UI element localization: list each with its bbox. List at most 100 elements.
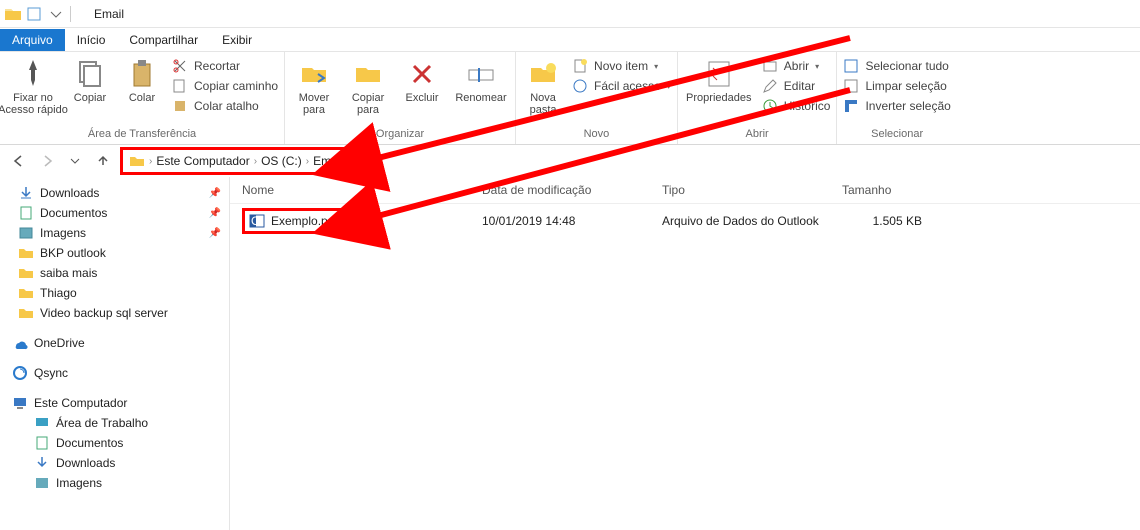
scissors-icon [172,58,188,74]
col-name[interactable]: Nome [242,183,482,197]
col-size[interactable]: Tamanho [842,183,962,197]
downloads-icon [18,185,34,201]
breadcrumb[interactable]: Email [313,154,343,168]
delete-icon [406,58,438,90]
group-open: Propriedades Abrir▾ Editar Histórico Abr… [678,52,838,144]
copy-button[interactable]: Copiar [68,54,112,104]
select-all-icon [843,58,859,74]
invert-selection-button[interactable]: Inverter seleção [843,98,950,114]
tab-share[interactable]: Compartilhar [117,29,210,51]
group-new: Nova pasta Novo item▾ Fácil acesso▾ Novo [516,52,678,144]
folder-icon [18,265,34,281]
tree-documents[interactable]: Documentos📌 [4,203,225,223]
group-clipboard: Fixar no Acesso rápido Copiar Colar Reco… [0,52,285,144]
select-all-button[interactable]: Selecionar tudo [843,58,950,74]
col-type[interactable]: Tipo [662,183,842,197]
new-item-button[interactable]: Novo item▾ [572,58,671,74]
folder-icon [129,153,145,169]
tab-home[interactable]: Início [65,29,118,51]
delete-button[interactable]: Excluir [399,54,445,104]
documents-icon [34,435,50,451]
invert-icon [843,98,859,114]
qat-icon[interactable] [26,6,42,22]
tab-file[interactable]: Arquivo [0,29,65,51]
nav-tree[interactable]: Downloads📌 Documentos📌 Imagens📌 BKP outl… [0,177,230,530]
nav-back-button[interactable] [8,150,30,172]
select-none-icon [843,78,859,94]
copy-path-icon [172,78,188,94]
group-select: Selecionar tudo Limpar seleção Inverter … [837,52,956,144]
nav-forward-button[interactable] [36,150,58,172]
file-list: Nome Data de modificação Tipo Tamanho O … [230,177,1140,530]
nav-recent-button[interactable] [64,150,86,172]
edit-icon [762,78,778,94]
pin-icon: 📌 [209,188,221,199]
ribbon: Fixar no Acesso rápido Copiar Colar Reco… [0,52,1140,145]
rename-icon [465,58,497,90]
desktop-icon [34,415,50,431]
tree-desktop[interactable]: Área de Trabalho [4,413,225,433]
qsync-icon [12,365,28,381]
address-bar-highlight: › Este Computador › OS (C:) › Email › [120,147,359,175]
paste-icon [126,58,158,90]
select-none-button[interactable]: Limpar seleção [843,78,950,94]
cut-button[interactable]: Recortar [172,58,278,74]
address-bar[interactable]: › Este Computador › OS (C:) › Email › [123,150,356,172]
copy-to-icon [352,58,384,90]
column-headers[interactable]: Nome Data de modificação Tipo Tamanho [230,177,1140,204]
folder-icon [4,5,22,23]
qat-dropdown-icon[interactable] [48,6,64,22]
rename-button[interactable]: Renomear [453,54,509,104]
copy-to-button[interactable]: Copiar para [345,54,391,116]
file-row[interactable]: O Exemplo.pst 10/01/2019 14:48 Arquivo d… [230,204,1140,238]
ribbon-tabs: Arquivo Início Compartilhar Exibir [0,28,1140,52]
new-folder-button[interactable]: Nova pasta [522,54,564,116]
tab-view[interactable]: Exibir [210,29,264,51]
open-button[interactable]: Abrir▾ [762,58,831,74]
easy-access-button[interactable]: Fácil acesso▾ [572,78,671,94]
file-name-highlight: O Exemplo.pst [242,208,344,234]
properties-icon [703,58,735,90]
edit-button[interactable]: Editar [762,78,831,94]
paste-button[interactable]: Colar [120,54,164,104]
breadcrumb[interactable]: Este Computador [156,154,249,168]
pin-button[interactable]: Fixar no Acesso rápido [6,54,60,116]
history-icon [762,98,778,114]
breadcrumb[interactable]: OS (C:) [261,154,302,168]
pin-icon: 📌 [209,228,221,239]
tree-onedrive[interactable]: OneDrive [4,333,225,353]
nav-up-button[interactable] [92,150,114,172]
folder-icon [18,305,34,321]
tree-docs2[interactable]: Documentos [4,433,225,453]
paste-shortcut-button[interactable]: Colar atalho [172,98,278,114]
folder-icon [18,285,34,301]
group-organize: Mover para Copiar para Excluir Renomear … [285,52,516,144]
outlook-file-icon: O [249,213,265,229]
main-area: Downloads📌 Documentos📌 Imagens📌 BKP outl… [0,177,1140,530]
tree-thiago[interactable]: Thiago [4,283,225,303]
history-button[interactable]: Histórico [762,98,831,114]
tree-saiba[interactable]: saiba mais [4,263,225,283]
tree-images2[interactable]: Imagens [4,473,225,493]
open-icon [762,58,778,74]
navbar: › Este Computador › OS (C:) › Email › [0,145,1140,177]
file-name: Exemplo.pst [271,214,337,228]
onedrive-icon [12,335,28,351]
file-size: 1.505 KB [842,214,962,228]
move-to-button[interactable]: Mover para [291,54,337,116]
tree-downloads[interactable]: Downloads📌 [4,183,225,203]
folder-icon [18,245,34,261]
documents-icon [18,205,34,221]
window-title: Email [94,7,124,21]
svg-text:O: O [251,214,260,228]
copy-path-button[interactable]: Copiar caminho [172,78,278,94]
tree-downloads2[interactable]: Downloads [4,453,225,473]
tree-qsync[interactable]: Qsync [4,363,225,383]
properties-button[interactable]: Propriedades [684,54,754,104]
col-date[interactable]: Data de modificação [482,183,662,197]
tree-thispc[interactable]: Este Computador [4,393,225,413]
tree-images[interactable]: Imagens📌 [4,223,225,243]
tree-video[interactable]: Video backup sql server [4,303,225,323]
move-icon [298,58,330,90]
tree-bkp[interactable]: BKP outlook [4,243,225,263]
